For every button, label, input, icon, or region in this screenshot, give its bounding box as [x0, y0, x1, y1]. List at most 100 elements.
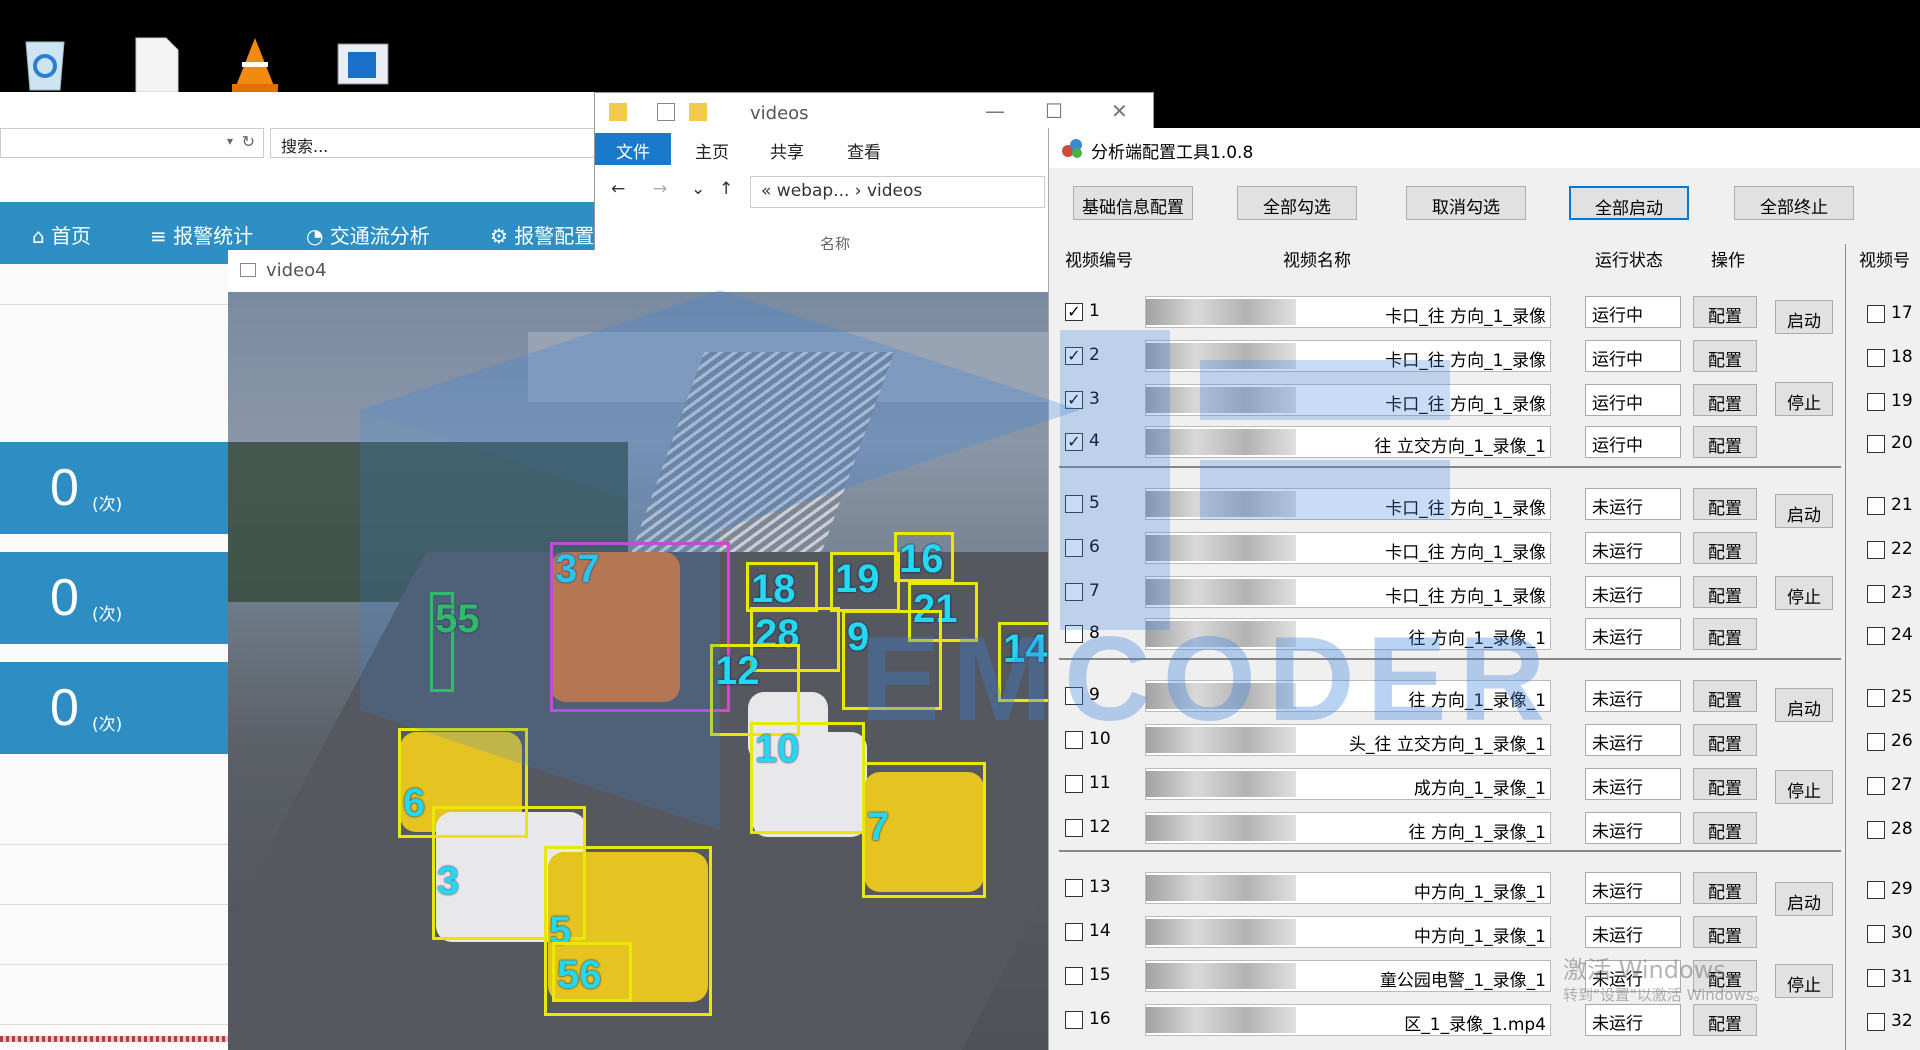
dropdown-icon[interactable]: ▾	[227, 134, 233, 148]
config-button[interactable]: 配置	[1693, 872, 1757, 904]
nav-alarm-stats[interactable]: ≡ 报警统计	[150, 220, 253, 249]
config-button[interactable]: 配置	[1693, 768, 1757, 800]
basic-info-config-button[interactable]: 基础信息配置	[1073, 186, 1193, 220]
video-name-field[interactable]: 往 方向_1_录像_1	[1145, 812, 1551, 844]
minimize-icon[interactable]: —	[985, 99, 1005, 123]
config-button[interactable]: 配置	[1693, 1004, 1757, 1036]
row-checkbox[interactable]: ✓	[1065, 391, 1083, 409]
right-row-checkbox[interactable]	[1867, 305, 1885, 323]
right-row-checkbox[interactable]	[1867, 435, 1885, 453]
video-name-field[interactable]: 卡口_往 方向_1_录像	[1145, 340, 1551, 372]
video-name-field[interactable]: 中方向_1_录像_1	[1145, 872, 1551, 904]
right-row-checkbox[interactable]	[1867, 689, 1885, 707]
ribbon-tab-home[interactable]: 主页	[695, 138, 729, 163]
config-button[interactable]: 配置	[1693, 618, 1757, 650]
select-all-button[interactable]: 全部勾选	[1237, 186, 1357, 220]
right-row-checkbox[interactable]	[1867, 393, 1885, 411]
right-row-checkbox[interactable]	[1867, 821, 1885, 839]
new-folder-icon[interactable]	[689, 103, 707, 121]
row-checkbox[interactable]	[1065, 625, 1083, 643]
right-row-checkbox[interactable]	[1867, 777, 1885, 795]
properties-icon[interactable]	[657, 103, 675, 121]
row-checkbox[interactable]: ✓	[1065, 433, 1083, 451]
video-name-field[interactable]: 卡口_往 方向_1_录像	[1145, 296, 1551, 328]
config-button[interactable]: 配置	[1693, 532, 1757, 564]
group1-stop-button[interactable]: 停止	[1775, 382, 1833, 416]
row-checkbox[interactable]	[1065, 967, 1083, 985]
right-row-checkbox[interactable]	[1867, 733, 1885, 751]
row-checkbox[interactable]	[1065, 775, 1083, 793]
config-button[interactable]: 配置	[1693, 488, 1757, 520]
video-name-field[interactable]: 成方向_1_录像_1	[1145, 768, 1551, 800]
row-checkbox[interactable]	[1065, 819, 1083, 837]
right-row-checkbox[interactable]	[1867, 1013, 1885, 1031]
right-row-checkbox[interactable]	[1867, 541, 1885, 559]
group2-start-button[interactable]: 启动	[1775, 494, 1833, 528]
row-checkbox[interactable]	[1065, 539, 1083, 557]
video-name-field[interactable]: 卡口_往 方向_1_录像	[1145, 384, 1551, 416]
row-checkbox[interactable]	[1065, 879, 1083, 897]
forward-icon[interactable]: →	[653, 179, 667, 199]
right-row-checkbox[interactable]	[1867, 925, 1885, 943]
right-row-checkbox[interactable]	[1867, 585, 1885, 603]
config-button[interactable]: 配置	[1693, 812, 1757, 844]
window-app-icon[interactable]	[334, 34, 392, 94]
group1-start-button[interactable]: 启动	[1775, 300, 1833, 334]
group4-start-button[interactable]: 启动	[1775, 882, 1833, 916]
video-name-field[interactable]: 头_往 立交方向_1_录像_1	[1145, 724, 1551, 756]
video-name-field[interactable]: 中方向_1_录像_1	[1145, 916, 1551, 948]
stop-all-button[interactable]: 全部终止	[1734, 186, 1854, 220]
nav-traffic-flow[interactable]: ◔ 交通流分析	[306, 220, 430, 249]
config-button[interactable]: 配置	[1693, 384, 1757, 416]
close-icon[interactable]: ✕	[1111, 99, 1128, 123]
back-icon[interactable]: ←	[611, 179, 625, 199]
config-button[interactable]: 配置	[1693, 916, 1757, 948]
right-row-checkbox[interactable]	[1867, 881, 1885, 899]
group2-stop-button[interactable]: 停止	[1775, 576, 1833, 610]
start-all-button[interactable]: 全部启动	[1569, 186, 1689, 220]
row-checkbox[interactable]	[1065, 923, 1083, 941]
ribbon-tab-view[interactable]: 查看	[847, 138, 881, 163]
right-row-checkbox[interactable]	[1867, 349, 1885, 367]
group3-stop-button[interactable]: 停止	[1775, 770, 1833, 804]
deselect-all-button[interactable]: 取消勾选	[1406, 186, 1526, 220]
search-input[interactable]: 搜索...	[270, 128, 600, 158]
video-name-field[interactable]: 童公园电警_1_录像_1	[1145, 960, 1551, 992]
path-bar[interactable]: « webap... › videos	[750, 176, 1045, 208]
refresh-icon[interactable]: ↻	[242, 132, 255, 151]
nav-home[interactable]: ⌂ 首页	[32, 220, 91, 249]
ribbon-tab-share[interactable]: 共享	[770, 138, 804, 163]
video-name-field[interactable]: 卡口_往 方向_1_录像	[1145, 488, 1551, 520]
video-name-field[interactable]: 卡口_往 方向_1_录像	[1145, 576, 1551, 608]
row-checkbox[interactable]	[1065, 495, 1083, 513]
ribbon-tab-file[interactable]: 文件	[595, 133, 671, 165]
row-checkbox[interactable]	[1065, 583, 1083, 601]
row-checkbox[interactable]	[1065, 731, 1083, 749]
config-button[interactable]: 配置	[1693, 680, 1757, 712]
right-row-checkbox[interactable]	[1867, 969, 1885, 987]
file-icon[interactable]	[128, 34, 186, 94]
row-checkbox[interactable]	[1065, 1011, 1083, 1029]
maximize-icon[interactable]: ☐	[1045, 99, 1063, 123]
up-icon[interactable]: ↑	[719, 179, 733, 199]
group3-start-button[interactable]: 启动	[1775, 688, 1833, 722]
video-name-field[interactable]: 往 方向_1_录像_1	[1145, 618, 1551, 650]
config-button[interactable]: 配置	[1693, 724, 1757, 756]
nav-alarm-config[interactable]: ⚙ 报警配置	[490, 220, 594, 249]
right-row-checkbox[interactable]	[1867, 627, 1885, 645]
config-button[interactable]: 配置	[1693, 426, 1757, 458]
config-button[interactable]: 配置	[1693, 576, 1757, 608]
video-name-field[interactable]: 区_1_录像_1.mp4	[1145, 1004, 1551, 1036]
video-name-field[interactable]: 往 方向_1_录像_1	[1145, 680, 1551, 712]
group4-stop-button[interactable]: 停止	[1775, 964, 1833, 998]
row-checkbox[interactable]: ✓	[1065, 303, 1083, 321]
recycle-bin-icon[interactable]	[16, 34, 74, 94]
address-bar[interactable]: ▾ ↻	[0, 128, 264, 158]
row-checkbox[interactable]	[1065, 687, 1083, 705]
config-button[interactable]: 配置	[1693, 340, 1757, 372]
config-button[interactable]: 配置	[1693, 296, 1757, 328]
video-name-field[interactable]: 卡口_往 方向_1_录像	[1145, 532, 1551, 564]
video-name-field[interactable]: 往 立交方向_1_录像_1	[1145, 426, 1551, 458]
row-checkbox[interactable]: ✓	[1065, 347, 1083, 365]
right-row-checkbox[interactable]	[1867, 497, 1885, 515]
